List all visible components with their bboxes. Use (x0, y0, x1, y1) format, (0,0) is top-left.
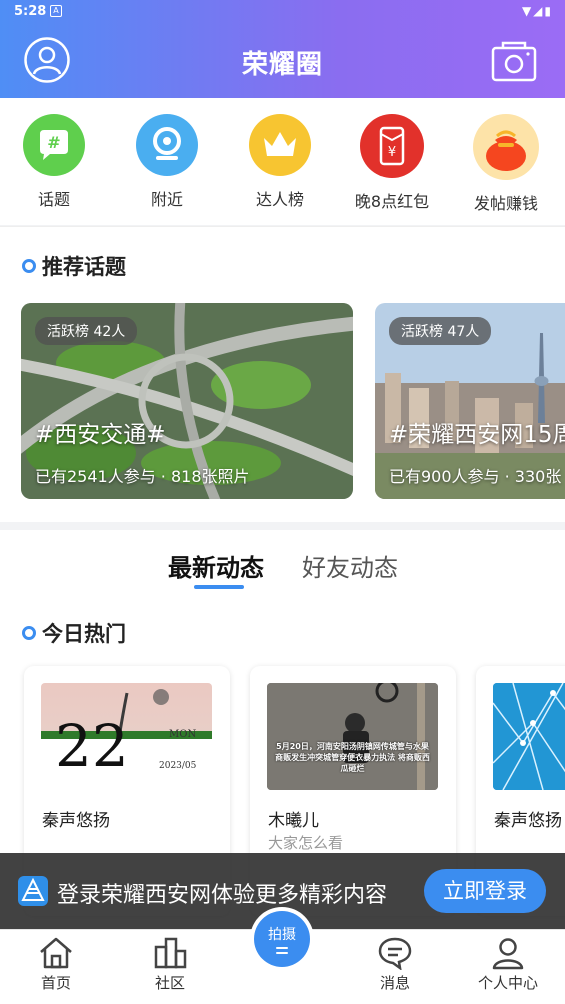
app-logo-icon (18, 876, 48, 906)
nav-label: 个人中心 (477, 974, 538, 992)
quick-entry-label: 发帖赚钱 (473, 194, 538, 213)
nav-messages[interactable]: 消息 (355, 936, 435, 993)
crown-icon (249, 114, 311, 176)
recommended-topics-section: 推荐话题 活跃榜 42人 #西安交通# 已有2541人参与 · 818张照片 活… (0, 226, 565, 522)
hot-card-author: 秦声悠扬 (494, 811, 562, 831)
hot-card-image: 22 MON 2023/05 (41, 683, 212, 790)
quick-entries: # 话题 附近 达人榜 ¥ 晚8点红包 发帖赚钱 (0, 98, 565, 225)
nav-label: 消息 (379, 974, 410, 992)
nav-community[interactable]: 社区 (130, 936, 210, 993)
hot-card-image (493, 683, 565, 790)
section-dot-icon (22, 259, 36, 273)
hot-card-subtitle: 大家怎么看 (268, 834, 344, 852)
nav-profile[interactable]: 个人中心 (468, 936, 548, 993)
topic-meta: 已有900人参与 · 330张 (389, 467, 562, 486)
topic-title: #西安交通# (35, 422, 166, 448)
topic-card[interactable]: 活跃榜 42人 #西安交通# 已有2541人参与 · 818张照片 (21, 303, 353, 499)
svg-text:#: # (47, 133, 60, 152)
hot-card-author: 木曦儿 (268, 811, 319, 831)
topic-badge: 活跃榜 42人 (35, 317, 138, 345)
hot-card-image: 5月20日，河南安阳汤阴镇网传城管与水果商贩发生冲突城管穿便衣暴力执法 将商贩西… (267, 683, 438, 790)
quick-entry-red-envelope[interactable]: ¥ 晚8点红包 (347, 114, 437, 212)
calendar-date: 2023/05 (159, 761, 197, 771)
system-icons: ▼◢▮ (521, 4, 553, 18)
topic-meta: 已有2541人参与 · 818张照片 (35, 467, 250, 486)
shoot-bar-icon (276, 952, 288, 954)
hot-card-author: 秦声悠扬 (42, 811, 110, 831)
quick-entry-topic[interactable]: # 话题 (9, 114, 99, 210)
tab-indicator (194, 585, 244, 589)
nav-label: 首页 (40, 974, 71, 992)
login-banner-text: 登录荣耀西安网体验更多精彩内容 (57, 883, 388, 908)
section-title: 今日热门 (22, 618, 126, 648)
nav-label: 社区 (154, 974, 185, 992)
quick-entry-label: 达人榜 (255, 190, 304, 209)
section-dot-icon (22, 626, 36, 640)
shoot-label: 拍摄 (268, 927, 296, 943)
shoot-bar-icon (276, 947, 288, 949)
quick-entry-label: 话题 (37, 190, 70, 209)
calendar-weekday: MON (169, 729, 197, 740)
status-time: 5:28 (14, 4, 47, 19)
login-button[interactable]: 立即登录 (424, 869, 546, 913)
nav-home[interactable]: 首页 (16, 936, 96, 993)
calendar-day: 22 (55, 712, 129, 780)
tab-latest[interactable]: 最新动态 (168, 548, 264, 583)
home-icon (40, 937, 72, 969)
section-title: 推荐话题 (22, 251, 126, 281)
quick-entry-nearby[interactable]: 附近 (122, 114, 212, 210)
topic-title: #荣耀西安网15周 (389, 422, 565, 448)
topic-badge: 活跃榜 47人 (389, 317, 492, 345)
location-icon (136, 114, 198, 176)
hashtag-chat-icon: # (23, 114, 85, 176)
quick-entry-ranking[interactable]: 达人榜 (235, 114, 325, 210)
money-bag-icon (473, 114, 539, 180)
shoot-button[interactable]: 拍摄 (254, 911, 310, 967)
red-envelope-icon: ¥ (360, 114, 424, 178)
message-icon (378, 937, 412, 970)
hot-card-image-caption: 5月20日，河南安阳汤阴镇网传城管与水果商贩发生冲突城管穿便衣暴力执法 将商贩西… (275, 742, 430, 773)
person-icon (492, 938, 524, 970)
page-title: 荣耀圈 (241, 50, 323, 80)
quick-entry-earn[interactable]: 发帖赚钱 (461, 114, 551, 214)
community-icon (154, 937, 187, 969)
app-header: 5:28 A ▼◢▮ 荣耀圈 (0, 0, 565, 98)
quick-entry-label: 附近 (150, 190, 183, 209)
tab-friends[interactable]: 好友动态 (302, 548, 398, 583)
quick-entry-label: 晚8点红包 (354, 192, 430, 211)
svg-text:¥: ¥ (388, 145, 396, 160)
status-bar: 5:28 A ▼◢▮ (0, 0, 565, 24)
camera-icon[interactable] (491, 40, 537, 82)
notification-icon: A (50, 5, 62, 17)
topic-card[interactable]: 活跃榜 47人 #荣耀西安网15周 已有900人参与 · 330张 (375, 303, 565, 499)
